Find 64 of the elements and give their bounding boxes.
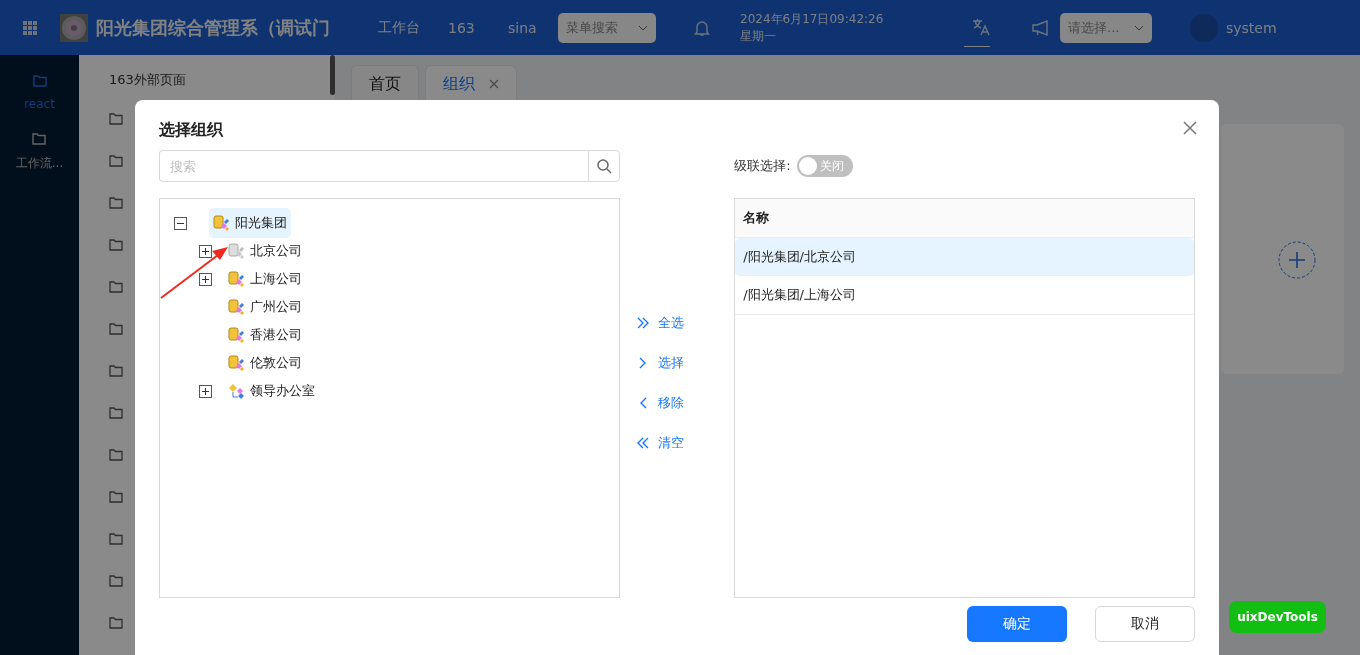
table-row[interactable]: /阳光集团/北京公司 <box>735 238 1194 276</box>
workbench-link[interactable]: 工作台 <box>378 18 428 37</box>
folder-icon[interactable] <box>32 133 47 145</box>
apps-grid-icon[interactable] <box>23 20 37 35</box>
app-title: 阳光集团综合管理系（调试门 <box>96 15 331 40</box>
menu-search-select[interactable]: 菜单搜索 <box>558 12 656 43</box>
transfer-button[interactable]: 移除 <box>635 388 735 418</box>
date-time: 2024年6月17日09:42:26 <box>740 10 885 28</box>
user-name[interactable]: system <box>1226 19 1277 36</box>
folder-icon[interactable] <box>109 113 123 125</box>
chevron-down-icon[interactable] <box>1134 24 1144 31</box>
chevron-icon <box>635 316 650 330</box>
add-icon[interactable] <box>1278 241 1316 279</box>
folder-icon[interactable] <box>109 155 123 167</box>
table-row[interactable]: /阳光集团/上海公司 <box>735 276 1194 315</box>
expander-icon[interactable] <box>174 216 187 230</box>
cascade-label: 级联选择: <box>734 157 791 175</box>
cancel-button[interactable]: 取消 <box>1095 606 1195 642</box>
header-link[interactable]: 163 <box>448 19 488 36</box>
tab[interactable]: 首页 <box>351 65 419 102</box>
folder-icon[interactable] <box>109 575 123 587</box>
close-icon[interactable] <box>489 79 499 89</box>
folder-icon[interactable] <box>109 491 123 503</box>
bell-icon[interactable] <box>694 18 710 37</box>
tree-node[interactable]: 香港公司 <box>224 324 306 346</box>
folder-icon[interactable] <box>109 239 123 251</box>
megaphone-icon[interactable] <box>1032 19 1050 36</box>
weekday: 星期一 <box>740 27 777 45</box>
folder-icon[interactable] <box>109 323 123 335</box>
expander-icon[interactable] <box>199 272 212 286</box>
tab[interactable]: 组织 <box>425 65 517 102</box>
tree-node[interactable]: 上海公司 <box>224 268 306 290</box>
folder-icon[interactable] <box>109 449 123 461</box>
transfer-button[interactable]: 选择 <box>635 348 735 378</box>
tree-node[interactable]: 伦敦公司 <box>224 352 306 374</box>
column-header: 名称 <box>743 209 770 227</box>
folder-icon[interactable] <box>109 197 123 209</box>
dialog-title: 选择组织 <box>159 119 223 141</box>
search-field[interactable]: 搜索 <box>159 150 588 182</box>
close-icon[interactable] <box>1183 121 1197 135</box>
transfer-button[interactable]: 清空 <box>635 428 735 458</box>
devtools-button[interactable]: uixDevTools <box>1229 601 1326 633</box>
transfer-button[interactable]: 全选 <box>635 308 735 338</box>
expander-icon[interactable] <box>199 244 212 258</box>
disc-logo-icon <box>60 13 88 42</box>
header-link[interactable]: sina <box>508 19 548 36</box>
search-icon <box>595 158 612 174</box>
tree-node[interactable]: 阳光集团 <box>209 208 291 238</box>
folder-icon[interactable] <box>109 281 123 293</box>
search-button[interactable] <box>587 150 620 182</box>
arrow-annotation <box>160 245 230 299</box>
tree-node[interactable]: 广州公司 <box>224 296 306 318</box>
folder-icon[interactable] <box>109 617 123 629</box>
language-select[interactable]: 请选择... <box>1060 12 1152 43</box>
tree-node[interactable]: 领导办公室 <box>224 380 319 402</box>
chevron-icon <box>635 436 650 450</box>
tree-node[interactable]: 北京公司 <box>224 240 306 262</box>
folder-icon[interactable] <box>109 533 123 545</box>
sidebar-item[interactable]: 工作流... <box>15 155 64 172</box>
folder-icon[interactable] <box>109 365 123 377</box>
expander-icon[interactable] <box>199 384 212 398</box>
confirm-button[interactable]: 确定 <box>967 606 1067 642</box>
chevron-down-icon[interactable] <box>638 24 648 31</box>
folder-icon[interactable] <box>109 407 123 419</box>
